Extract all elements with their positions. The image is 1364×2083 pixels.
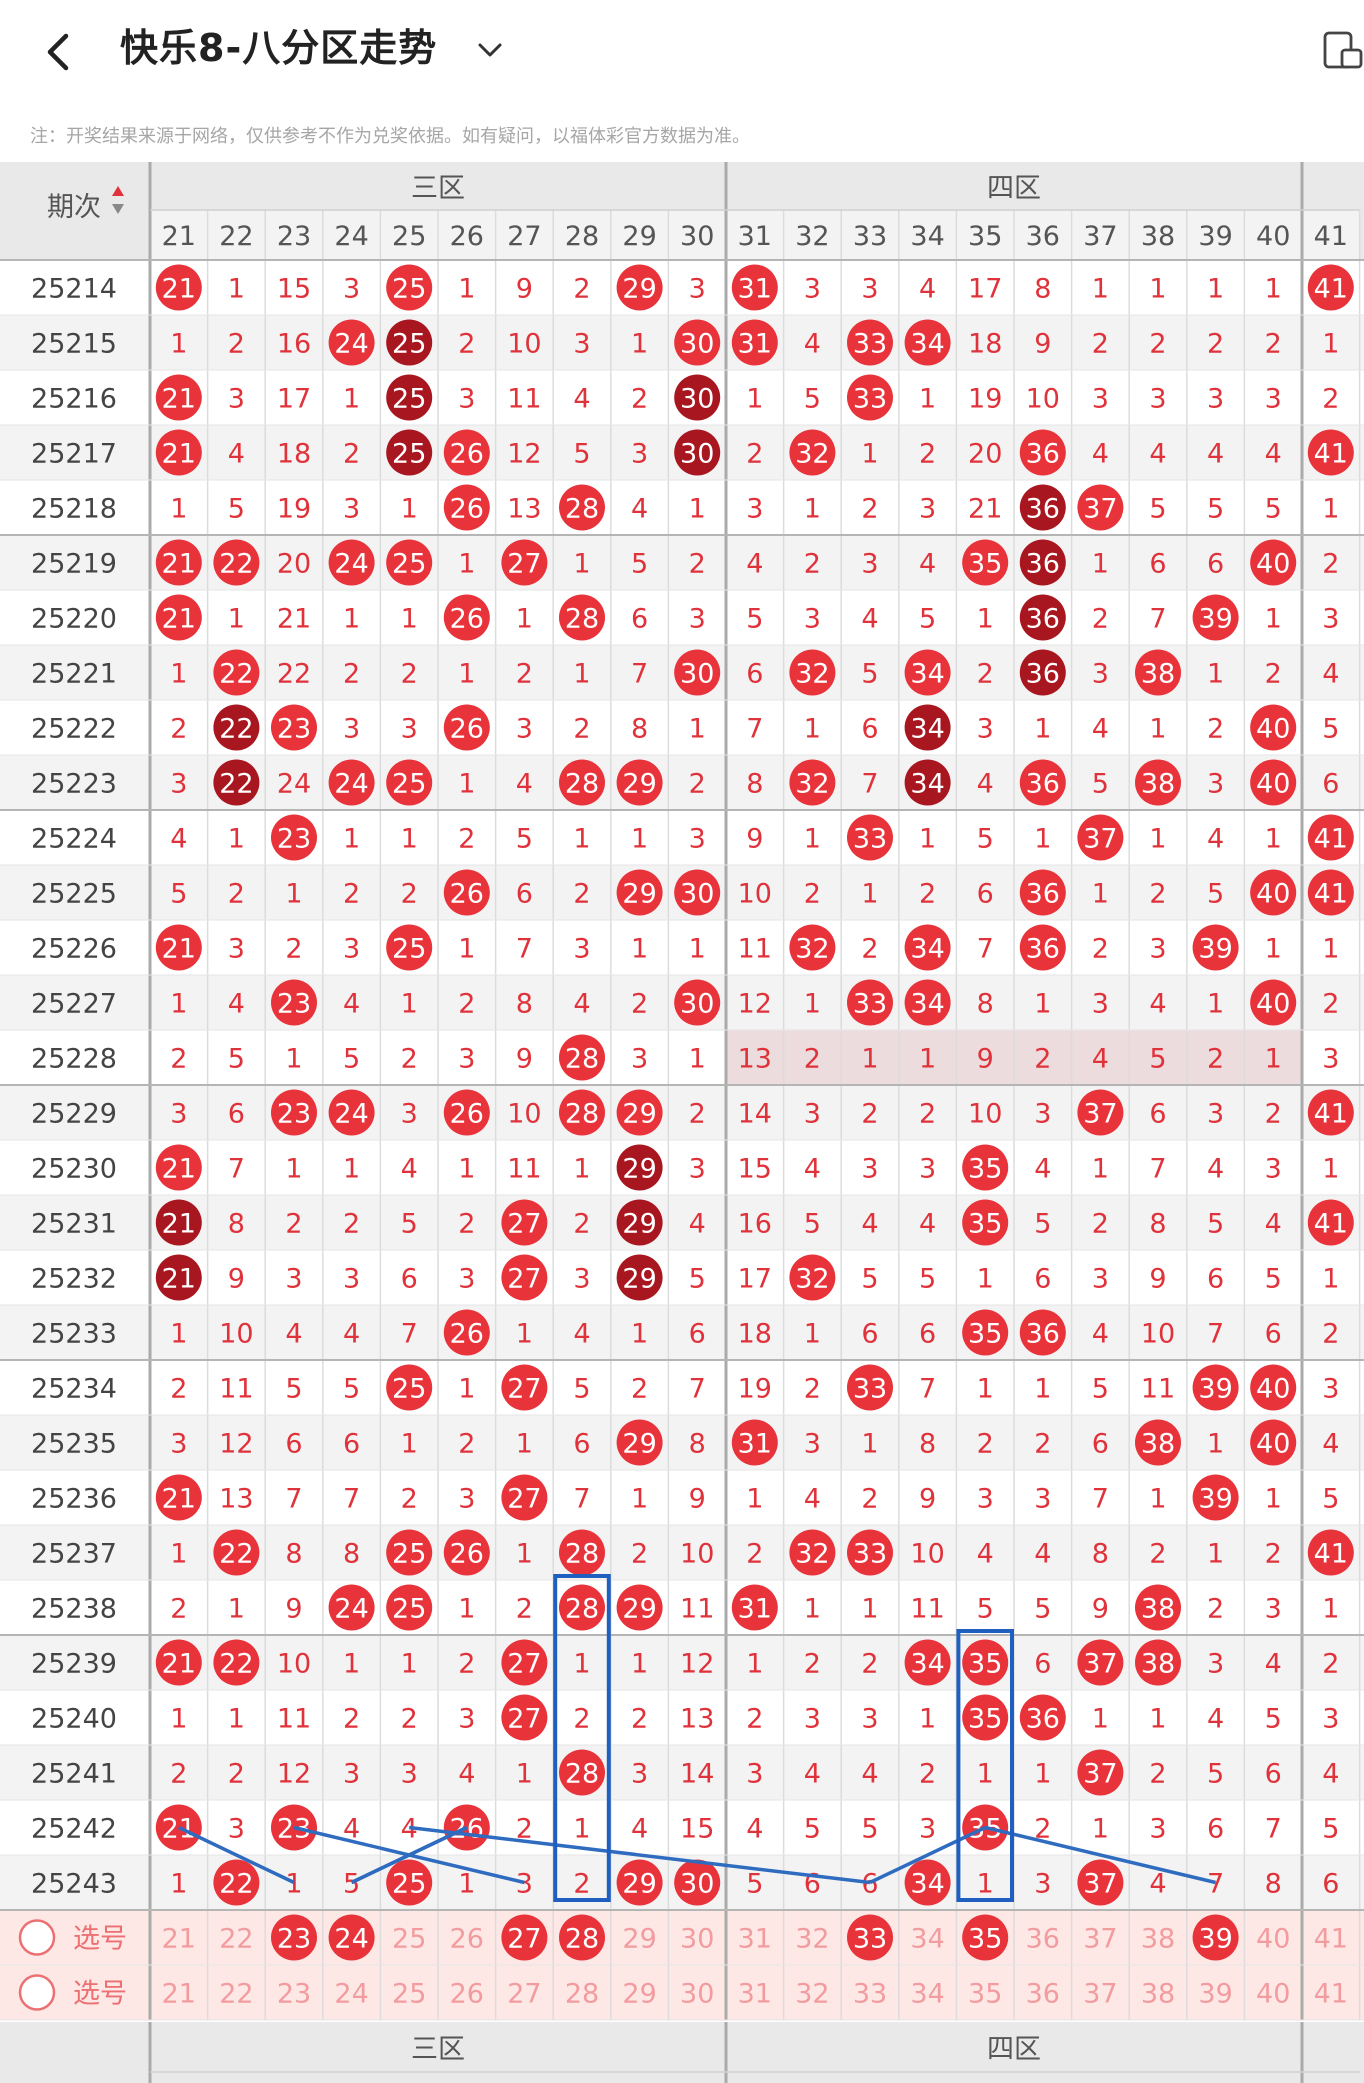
bottom-zone-header: 三区 四区 xyxy=(0,2022,1364,2083)
trend-line xyxy=(178,1825,295,1885)
zone-header: 四区 xyxy=(987,2034,1041,2065)
trend-line xyxy=(408,1825,871,1885)
selection-lines xyxy=(178,1574,1217,1902)
top-bar: 快乐8-八分区走势 注：开奖结果来源于网络，仅供参考不作为兑奖依据。如有疑问，以… xyxy=(0,0,1364,160)
trend-line xyxy=(350,1825,468,1885)
page-title[interactable]: 快乐8-八分区走势 xyxy=(120,22,437,74)
trend-line xyxy=(984,1825,1217,1885)
trend-line xyxy=(869,1825,986,1885)
bottom-header-bg xyxy=(0,2022,1364,2083)
chevron-down-icon[interactable] xyxy=(472,32,508,68)
back-arrow-icon[interactable] xyxy=(36,22,86,82)
zone-header: 三区 xyxy=(411,2034,465,2065)
disclaimer-note: 注：开奖结果来源于网络，仅供参考不作为兑奖依据。如有疑问，以福体彩官方数据为准。 xyxy=(30,126,750,147)
device-switch-icon[interactable] xyxy=(1318,28,1364,74)
column-box-35 xyxy=(956,1629,1015,1902)
